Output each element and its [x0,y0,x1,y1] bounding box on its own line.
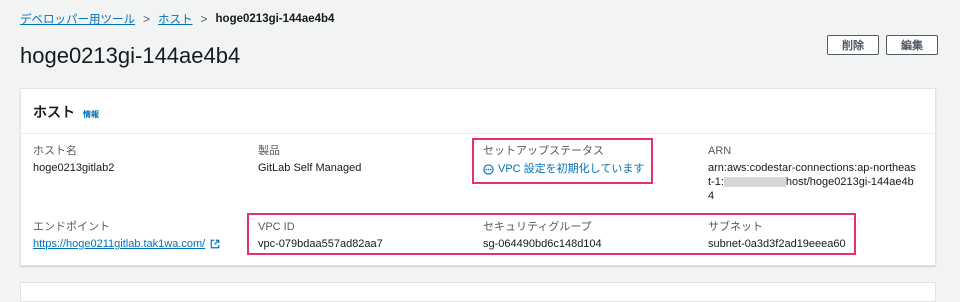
info-link[interactable]: 情報 [83,109,99,120]
edit-button[interactable]: 編集 [886,35,938,55]
panel-title: ホスト [33,104,75,120]
host-name-label: ホスト名 [33,145,77,157]
endpoint-link-text: https://hoge0211gitlab.tak1wa.com/ [33,238,206,250]
redacted-account-id [723,177,786,188]
arn-label: ARN [708,145,732,157]
product-label: 製品 [258,145,280,157]
setup-status-highlight [472,138,653,184]
breadcrumb-current: hoge0213gi-144ae4b4 [215,13,335,25]
breadcrumb-hosts[interactable]: ホスト [158,11,193,27]
host-name-value: hoge0213gitlab2 [33,162,115,174]
breadcrumb-separator: > [143,12,151,26]
delete-button[interactable]: 削除 [827,35,879,55]
breadcrumb: デベロッパー用ツール > ホスト > hoge0213gi-144ae4b4 [20,11,334,27]
breadcrumb-developer-tools[interactable]: デベロッパー用ツール [20,11,135,27]
external-link-icon [210,239,220,249]
endpoint-link[interactable]: https://hoge0211gitlab.tak1wa.com/ [33,237,220,251]
host-name-field: ホスト名 hoge0213gitlab2 [33,144,114,175]
endpoint-field: エンドポイント https://hoge0211gitlab.tak1wa.co… [33,220,220,251]
panel-header: ホスト 情報 [21,89,935,134]
product-value: GitLab Self Managed [258,162,362,174]
endpoint-label: エンドポイント [33,221,110,233]
next-panel [20,282,936,302]
page-title: hoge0213gi-144ae4b4 [20,43,241,68]
arn-field: ARN arn:aws:codestar-connections:ap-nort… [708,144,918,203]
arn-value: arn:aws:codestar-connections:ap-northeas… [708,161,918,203]
breadcrumb-separator: > [200,12,208,26]
product-field: 製品 GitLab Self Managed [258,144,361,175]
network-config-highlight [247,213,856,255]
